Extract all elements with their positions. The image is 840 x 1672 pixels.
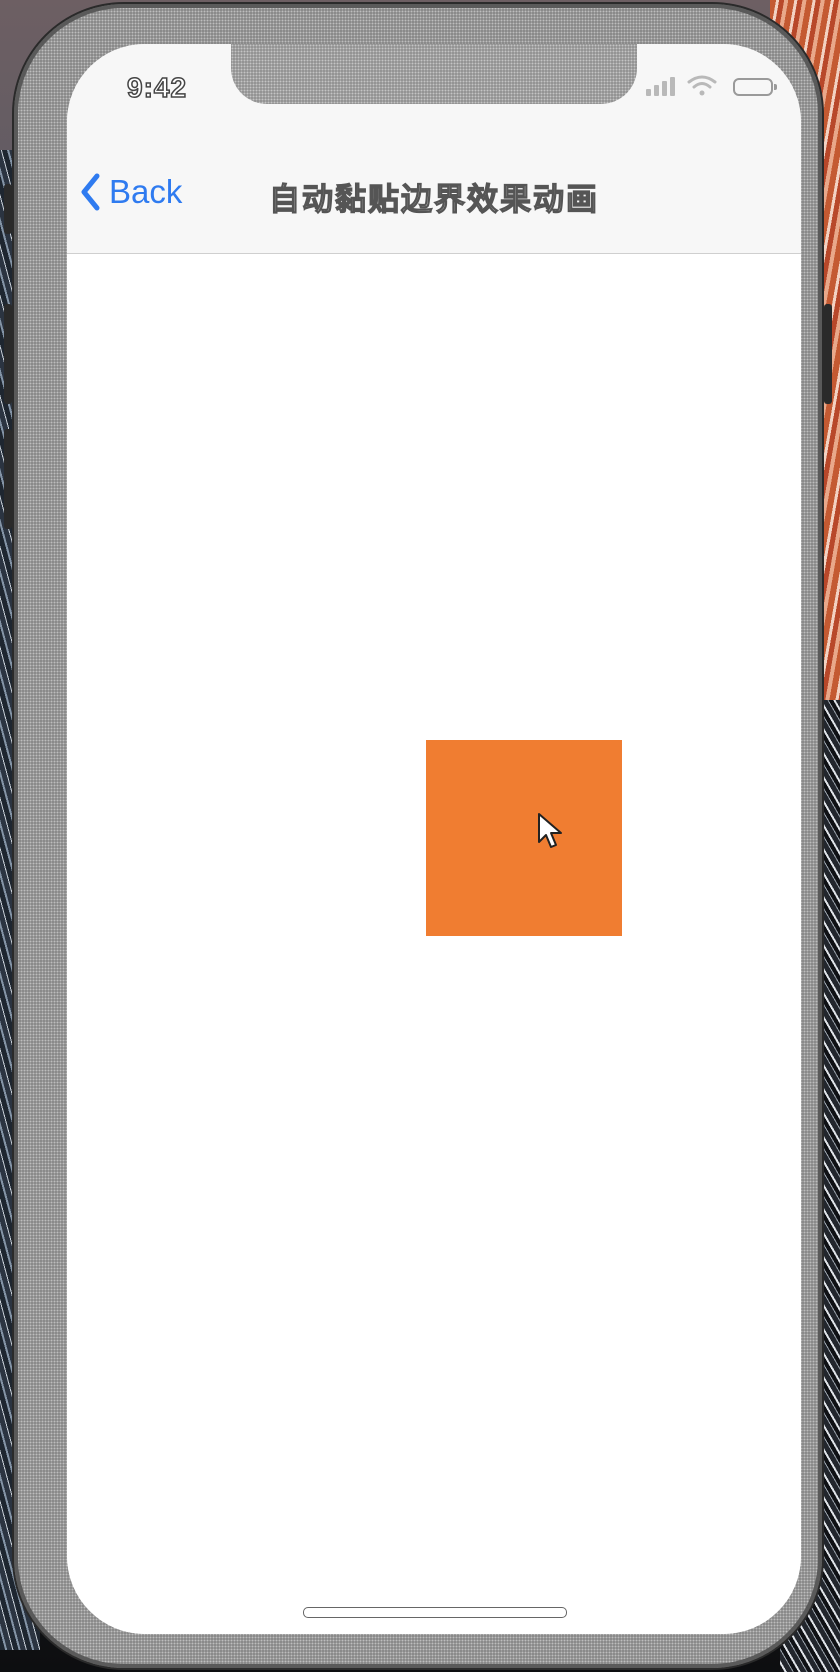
phone-screen: 9:42 Back 自动黏贴边界效果动画 [67, 44, 801, 1634]
volume-up-button [4, 304, 12, 404]
simulator-device-frame: 9:42 Back 自动黏贴边界效果动画 [4, 4, 832, 1668]
status-icons [646, 74, 777, 96]
page-title: 自动黏贴边界效果动画 [268, 181, 599, 218]
draggable-box[interactable] [426, 740, 622, 936]
power-button [824, 304, 832, 404]
device-notch [231, 44, 637, 104]
cellular-signal-icon [646, 76, 675, 96]
wifi-icon [687, 75, 717, 96]
navigation-bar: Back 自动黏贴边界效果动画 [67, 132, 801, 254]
status-time: 9:42 [126, 71, 188, 104]
content-area [67, 254, 801, 1634]
volume-down-button [4, 429, 12, 529]
home-indicator[interactable] [303, 1607, 567, 1618]
battery-icon [733, 78, 777, 96]
mouse-pointer-icon [538, 813, 562, 848]
silent-switch [4, 184, 12, 234]
